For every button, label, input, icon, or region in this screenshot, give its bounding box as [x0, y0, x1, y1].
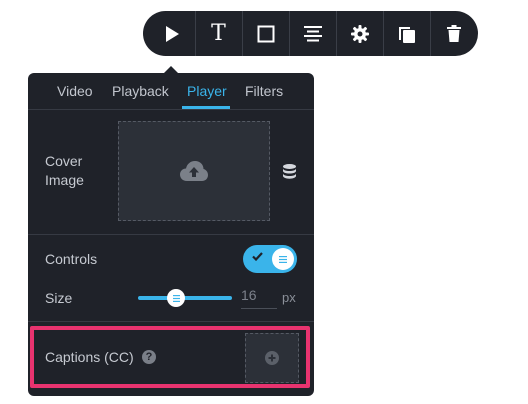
toggle-knob [272, 248, 294, 270]
captions-label: Captions (CC) [45, 349, 134, 365]
square-icon [257, 25, 274, 42]
check-icon [252, 252, 263, 261]
player-settings-panel: Video Playback Player Filters Cover Imag… [28, 73, 314, 396]
element-toolbar: T [143, 11, 478, 56]
align-button[interactable] [289, 11, 336, 56]
settings-button[interactable] [336, 11, 383, 56]
tab-playback[interactable]: Playback [112, 83, 169, 99]
size-unit: px [282, 290, 296, 305]
plus-circle-icon [265, 351, 279, 365]
cover-image-dropzone[interactable] [118, 121, 270, 221]
controls-label: Controls [45, 251, 98, 267]
tab-player[interactable]: Player [187, 83, 227, 99]
cover-image-label-line2: Image [45, 172, 84, 188]
tab-video[interactable]: Video [57, 83, 93, 99]
cover-image-label-line1: Cover [45, 153, 83, 169]
text-icon: T [211, 20, 226, 46]
text-button[interactable]: T [195, 11, 242, 56]
help-icon[interactable]: ? [142, 350, 156, 364]
controls-toggle[interactable] [243, 245, 297, 273]
delete-button[interactable] [430, 11, 477, 56]
size-label: Size [45, 290, 73, 306]
grip-icon [279, 255, 287, 263]
section-divider [28, 234, 314, 235]
database-icon [283, 164, 296, 179]
trash-icon [446, 25, 461, 42]
duplicate-button[interactable] [383, 11, 430, 56]
align-center-icon [303, 25, 322, 41]
play-button[interactable] [143, 11, 195, 56]
media-library-button[interactable] [283, 164, 296, 184]
play-icon [166, 25, 179, 42]
panel-tabs: Video Playback Player Filters [28, 73, 314, 110]
gear-icon [350, 24, 369, 43]
captions-dropzone[interactable] [245, 333, 299, 383]
box-button[interactable] [242, 11, 289, 56]
grip-icon [172, 294, 180, 302]
copy-icon [398, 26, 415, 43]
size-input[interactable]: 16 [241, 287, 277, 309]
size-slider-track[interactable] [138, 296, 232, 300]
size-slider-thumb[interactable] [167, 289, 185, 307]
section-divider [28, 321, 314, 322]
tab-filters[interactable]: Filters [245, 83, 283, 99]
cloud-upload-icon [180, 161, 208, 181]
active-tab-indicator [182, 106, 230, 109]
